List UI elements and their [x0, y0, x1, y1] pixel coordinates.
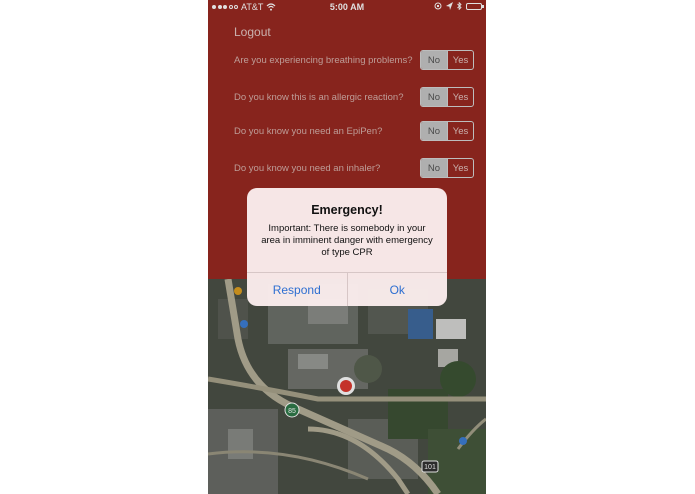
respond-button[interactable]: Respond — [247, 273, 348, 306]
alert-message: Important: There is somebody in your are… — [261, 223, 433, 258]
emergency-alert-dialog: Emergency! Important: There is somebody … — [247, 188, 447, 306]
alert-title: Emergency! — [311, 203, 383, 217]
phone-screen: AT&T 5:00 AM Logout Are you experiencing… — [208, 0, 486, 494]
alert-buttons: Respond Ok — [247, 272, 447, 306]
ok-button[interactable]: Ok — [348, 273, 448, 306]
